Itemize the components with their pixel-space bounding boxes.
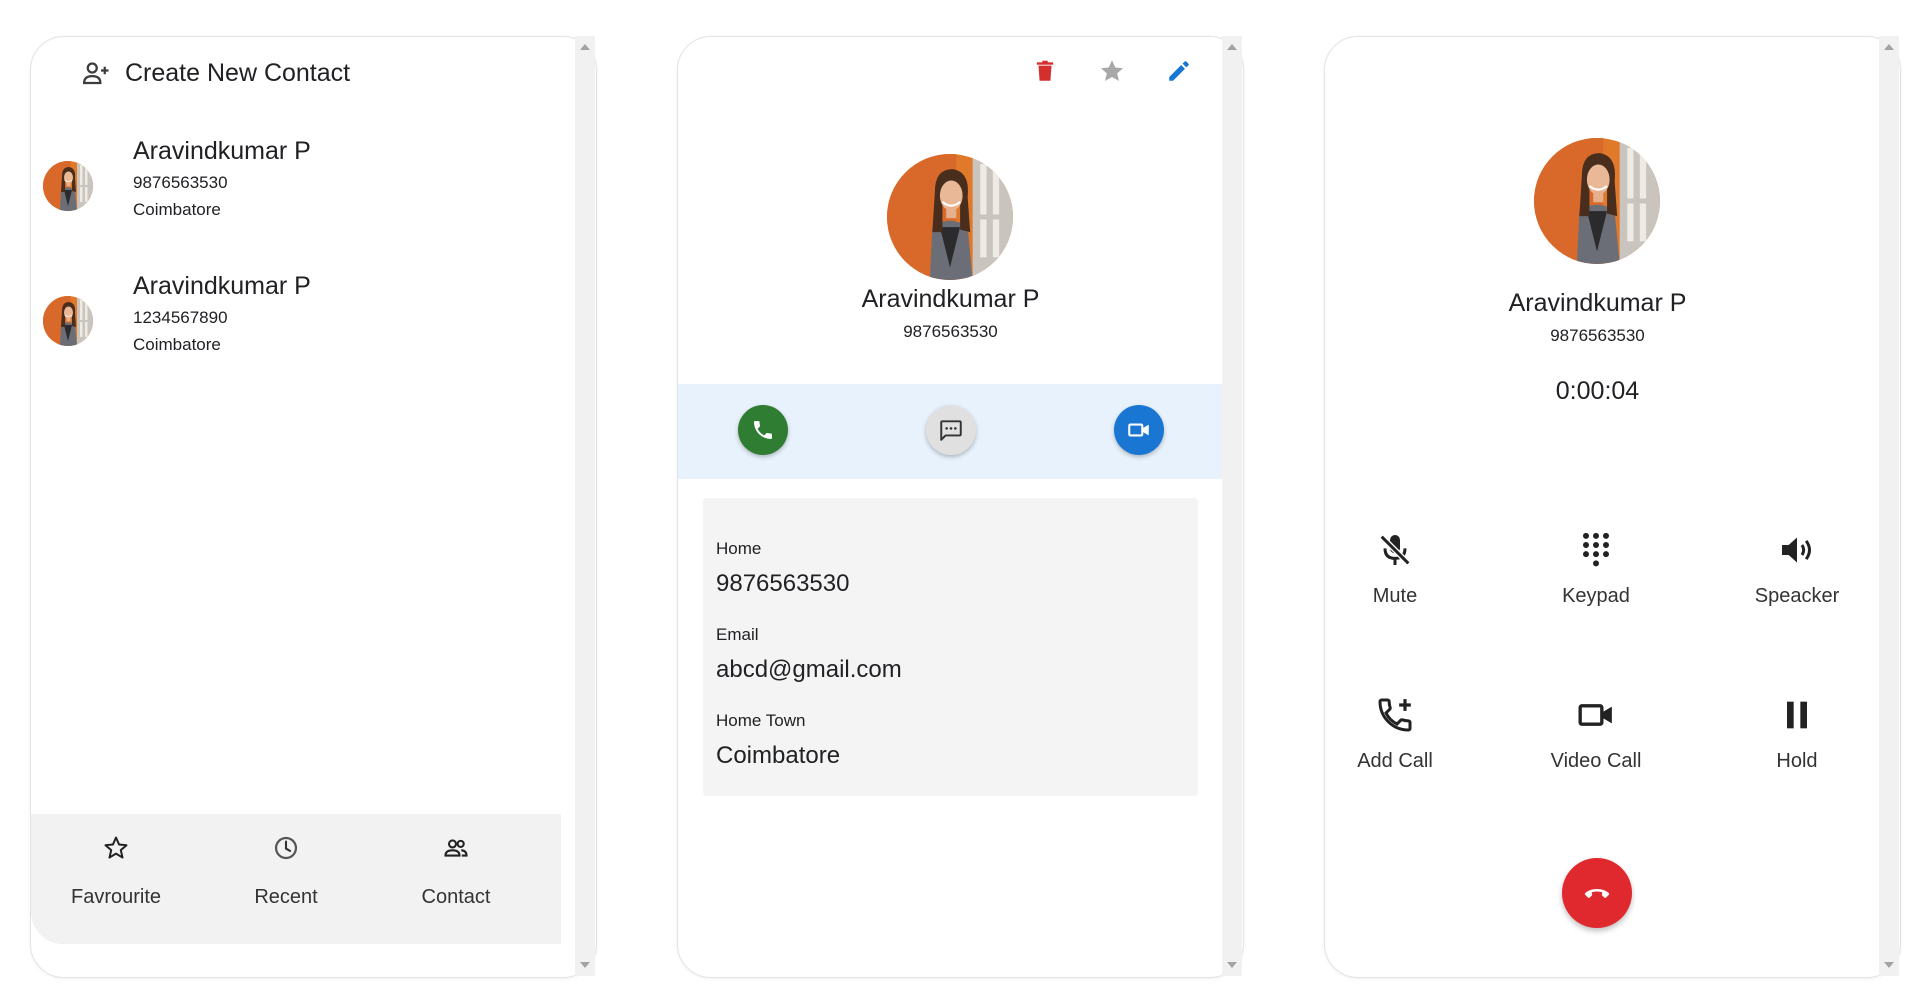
- mic-off-icon: [1379, 534, 1411, 566]
- clock-icon: [274, 836, 298, 860]
- speaker-icon: [1782, 537, 1811, 563]
- avatar: [1534, 138, 1660, 264]
- add-call-icon: [1378, 698, 1412, 732]
- hold-button[interactable]: Hold: [1727, 695, 1867, 805]
- contact-city: Coimbatore: [133, 200, 221, 219]
- people-icon: [444, 839, 468, 857]
- favourite-button[interactable]: [1092, 51, 1132, 91]
- nav-label: Favrourite: [70, 886, 162, 908]
- contact-city: Coimbatore: [133, 335, 221, 354]
- scroll-down-arrow[interactable]: [1884, 962, 1894, 968]
- star-outline-icon: [104, 836, 128, 859]
- scroll-up-arrow[interactable]: [580, 44, 590, 50]
- contact-detail-screen: Aravindkumar P 9876563530 Home 987656353…: [677, 36, 1244, 978]
- field-label: Home: [716, 539, 762, 558]
- end-call-button[interactable]: [1562, 858, 1632, 928]
- videocam-icon: [1578, 704, 1612, 726]
- videocam-icon: [1128, 423, 1149, 437]
- avatar: [887, 154, 1013, 280]
- control-label: Mute: [1372, 585, 1418, 607]
- nav-label: Contact: [421, 886, 491, 908]
- message-icon: [940, 420, 962, 441]
- nav-contact[interactable]: Contact: [371, 814, 541, 944]
- scroll-up-arrow[interactable]: [1227, 44, 1237, 50]
- star-icon: [1100, 60, 1124, 82]
- contact-info-card: Home 9876563530 Email abcd@gmail.com Hom…: [703, 498, 1198, 796]
- video-call-button[interactable]: [1114, 405, 1164, 455]
- call-button[interactable]: [738, 405, 788, 455]
- contact-list-screen: Create New Contact Aravindkumar P 987656…: [30, 36, 597, 978]
- pause-icon: [1787, 701, 1807, 729]
- avatar: [43, 296, 93, 346]
- quick-actions-bar: [678, 384, 1223, 479]
- contact-list-item[interactable]: Aravindkumar P 1234567890 Coimbatore: [31, 266, 561, 376]
- nav-recent[interactable]: Recent: [201, 814, 371, 944]
- scroll-up-arrow[interactable]: [1884, 44, 1894, 50]
- delete-icon: [1036, 60, 1054, 81]
- mute-button[interactable]: Mute: [1325, 530, 1465, 640]
- control-label: Add Call: [1357, 750, 1433, 772]
- field-label: Home Town: [716, 711, 806, 730]
- in-call-screen: Aravindkumar P 9876563530 0:00:04 Mute K…: [1324, 36, 1901, 978]
- scrollbar[interactable]: [575, 36, 595, 976]
- control-label: Keypad: [1562, 585, 1630, 607]
- speaker-button[interactable]: Speacker: [1727, 530, 1867, 640]
- contact-list-item[interactable]: Aravindkumar P 9876563530 Coimbatore: [31, 131, 561, 241]
- nav-label: Recent: [254, 886, 318, 908]
- contact-phone: 9876563530: [903, 322, 998, 341]
- scroll-down-arrow[interactable]: [580, 962, 590, 968]
- scrollbar[interactable]: [1879, 36, 1899, 976]
- contact-phone: 1234567890: [133, 308, 228, 327]
- contact-name: Aravindkumar P: [133, 272, 311, 300]
- scrollbar[interactable]: [1222, 36, 1242, 976]
- message-button[interactable]: [926, 405, 976, 455]
- control-label: Hold: [1776, 750, 1818, 772]
- nav-favourite[interactable]: Favrourite: [31, 814, 201, 944]
- contact-name: Aravindkumar P: [133, 137, 311, 165]
- person-add-icon: [82, 62, 109, 85]
- edit-button[interactable]: [1159, 51, 1199, 91]
- field-value: Coimbatore: [716, 742, 841, 769]
- field-label: Email: [716, 625, 759, 644]
- scroll-down-arrow[interactable]: [1227, 962, 1237, 968]
- call-end-icon: [1584, 889, 1610, 898]
- add-call-button[interactable]: Add Call: [1325, 695, 1465, 805]
- contact-name: Aravindkumar P: [861, 285, 1040, 313]
- keypad-button[interactable]: Keypad: [1526, 530, 1666, 640]
- field-value: 9876563530: [716, 570, 850, 597]
- avatar: [43, 161, 93, 211]
- create-contact-button[interactable]: Create New Contact: [81, 55, 350, 91]
- call-timer: 0:00:04: [1555, 377, 1640, 405]
- bottom-navigation: Favrourite Recent Contact: [31, 814, 561, 944]
- contact-phone: 9876563530: [133, 173, 228, 192]
- control-label: Video Call: [1550, 750, 1642, 772]
- caller-name: Aravindkumar P: [1508, 289, 1687, 317]
- caller-phone: 9876563530: [1550, 326, 1645, 345]
- control-label: Speacker: [1754, 585, 1840, 607]
- create-contact-label: Create New Contact: [125, 58, 351, 87]
- video-call-button[interactable]: Video Call: [1526, 695, 1666, 805]
- field-value: abcd@gmail.com: [716, 656, 902, 683]
- pencil-icon: [1169, 61, 1189, 81]
- delete-button[interactable]: [1025, 51, 1065, 91]
- dialpad-icon: [1583, 532, 1609, 567]
- phone-icon: [754, 421, 772, 439]
